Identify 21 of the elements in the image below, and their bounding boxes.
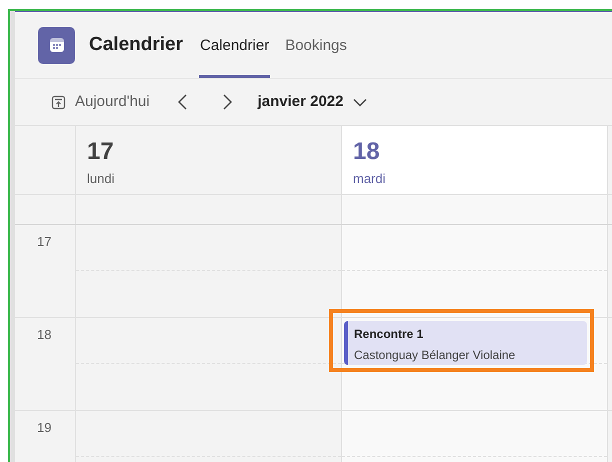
tab[interactable]: Bookings [284,12,348,78]
day-number: 17 [87,138,114,166]
day-number: 18 [353,138,380,166]
all-day-cell[interactable] [341,195,607,224]
tab[interactable]: Calendrier [198,12,270,78]
next-button[interactable] [222,93,234,111]
day-name: mardi [353,170,386,188]
month-picker[interactable]: janvier 2022 [258,90,366,114]
hour-label: 17 [37,234,52,249]
hour-label: 19 [37,420,52,435]
chevron-down-icon [352,98,366,106]
day-name: lundi [87,170,114,188]
event-organizer: Castonguay Bélanger Violaine [354,347,516,364]
app-title: Calendrier [89,32,183,57]
hour-label: 18 [37,327,52,342]
event-title: Rencontre 1 [354,326,424,343]
event-card[interactable]: Rencontre 1 Castonguay Bélanger Violaine [344,321,587,365]
calendar-today-icon [51,94,66,110]
calendar-app-icon [38,26,75,64]
previous-button[interactable] [176,93,188,111]
today-button[interactable]: Aujourd'hui [51,90,150,114]
